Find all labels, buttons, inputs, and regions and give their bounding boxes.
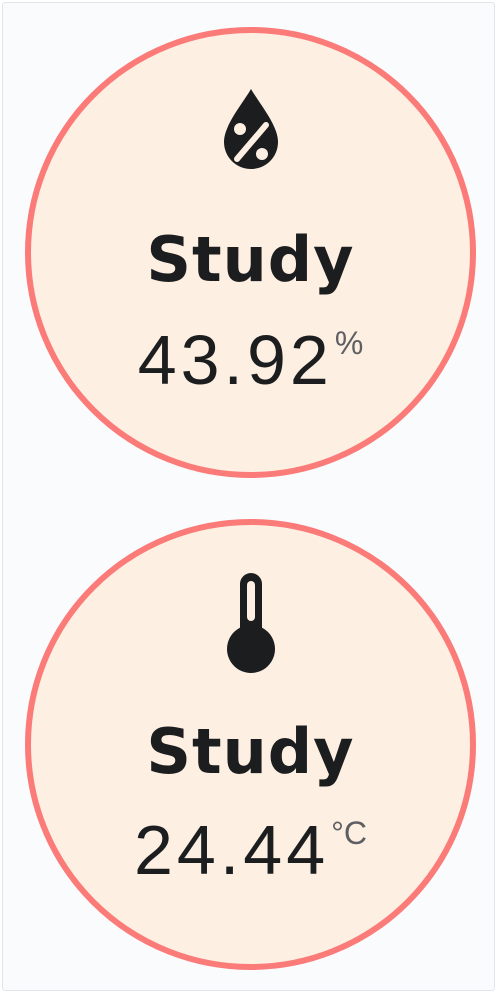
- sensor-name: Study: [146, 715, 355, 788]
- sensor-name: Study: [146, 223, 355, 296]
- humidity-sensor-bubble[interactable]: Study 43.92%: [25, 27, 476, 478]
- thermometer-icon: [226, 573, 275, 673]
- sensor-reading: 43.92%: [31, 325, 470, 395]
- temperature-unit: °C: [331, 815, 368, 851]
- humidity-unit: %: [334, 325, 364, 361]
- temperature-sensor-bubble[interactable]: Study 24.44°C: [25, 519, 476, 970]
- temperature-value: 24.44: [133, 811, 330, 889]
- sensor-panel: Study 43.92% Study 24.44°C: [2, 2, 495, 991]
- water-percent-icon: [223, 89, 278, 169]
- sensor-reading: 24.44°C: [31, 815, 470, 885]
- humidity-value: 43.92: [137, 321, 333, 399]
